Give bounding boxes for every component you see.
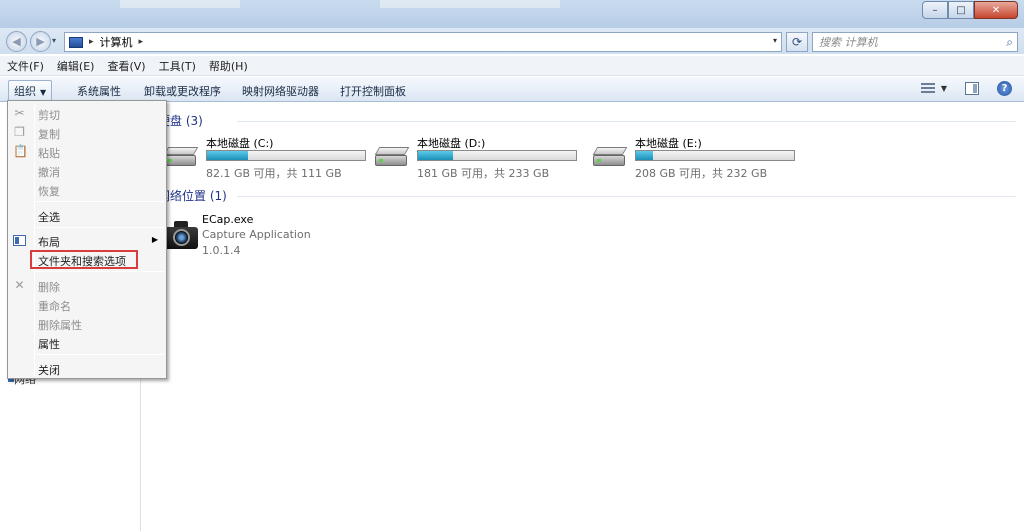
drive-c[interactable]: 本地磁盘 (C:) 82.1 GB 可用，共 111 GB [163,135,366,185]
uninstall-program-button[interactable]: 卸载或更改程序 [139,81,226,101]
system-properties-button[interactable]: 系统属性 [72,81,126,101]
menu-bar: 文件(F) 编辑(E) 查看(V) 工具(T) 帮助(H) [0,56,1024,76]
view-controls: ▼ ? [920,81,1012,96]
refresh-button[interactable]: ⟳ [786,32,808,52]
drive-d[interactable]: 本地磁盘 (D:) 181 GB 可用，共 233 GB [374,135,577,185]
hard-drive-icon [374,147,410,169]
organize-button[interactable]: 组织 ▼ [8,80,53,102]
drive-name: 本地磁盘 (E:) [635,137,702,150]
recent-pages-dropdown[interactable]: ▾ [52,36,56,45]
app-name: ECap.exe [202,213,254,226]
menu-edit[interactable]: 编辑(E) [57,58,95,74]
breadcrumb-computer[interactable]: 计算机 [100,34,133,50]
search-icon[interactable]: ⌕ [1006,35,1013,50]
camera-icon [164,221,198,249]
computer-icon [69,36,83,48]
drive-usage-fill [207,151,249,160]
copy-icon: ❐ [14,125,25,139]
menu-item-properties[interactable]: 属性 [8,333,166,352]
forward-button[interactable]: ▶ [30,31,51,52]
app-version: 1.0.1.4 [202,244,241,257]
search-placeholder: 搜索 计算机 [819,36,878,49]
maximize-button[interactable]: □ [948,1,974,19]
menu-separator [36,201,164,202]
menu-item-delete[interactable]: ✕ 删除 [8,276,166,295]
menu-item-layout[interactable]: 布局 ▶ [8,231,166,250]
open-control-panel-button[interactable]: 打开控制面板 [335,81,411,101]
command-bar: 组织 ▼ 系统属性 卸载或更改程序 映射网络驱动器 打开控制面板 ▼ ? [0,77,1024,102]
organize-label: 组织 [14,85,36,98]
scissors-icon: ✂ [14,106,25,120]
drive-space-info: 82.1 GB 可用，共 111 GB [206,167,342,180]
organize-menu: ✂ 剪切 ❐ 复制 📋 粘贴 撤消 恢复 全选 布局 ▶ 文件夹和搜索选项 ✕ … [7,100,167,379]
menu-item-redo[interactable]: 恢复 [8,180,166,199]
preview-pane-icon[interactable] [965,82,979,95]
address-bar[interactable]: ▸ 计算机 ▸ ▾ [64,32,782,52]
app-description: Capture Application [202,228,311,241]
address-dropdown-icon[interactable]: ▾ [773,36,777,45]
drive-space-info: 181 GB 可用，共 233 GB [417,167,550,180]
hard-drive-icon [163,147,199,169]
drive-name: 本地磁盘 (D:) [417,137,486,150]
layout-icon [13,235,26,246]
group-divider [237,196,1016,197]
delete-x-icon: ✕ [14,278,25,292]
drive-usage-fill [636,151,654,160]
menu-item-cut[interactable]: ✂ 剪切 [8,104,166,123]
drive-usage-bar [635,150,795,161]
back-button[interactable]: ◀ [6,31,27,52]
menu-file[interactable]: 文件(F) [7,58,44,74]
minimize-button[interactable]: – [922,1,948,19]
highlight-box [30,250,138,269]
drive-name: 本地磁盘 (C:) [206,137,274,150]
menu-item-rename[interactable]: 重命名 [8,295,166,314]
clipboard-icon: 📋 [13,144,28,158]
drive-space-info: 208 GB 可用，共 232 GB [635,167,768,180]
group-divider [237,121,1016,122]
group-header-network-locations[interactable]: 网络位置 (1) [158,187,227,204]
menu-help[interactable]: 帮助(H) [209,58,248,74]
menu-tools[interactable]: 工具(T) [159,58,196,74]
view-dropdown-icon[interactable]: ▼ [941,84,947,93]
refresh-icon: ⟳ [791,35,803,49]
address-row: ◀ ▶ ▾ ▸ 计算机 ▸ ▾ ⟳ 搜索 计算机 ⌕ [0,28,1024,54]
chevron-down-icon: ▼ [40,88,47,97]
help-icon[interactable]: ? [997,81,1012,96]
menu-separator [36,354,164,355]
change-view-icon[interactable] [920,82,937,96]
breadcrumb-separator-trailing[interactable]: ▸ [139,37,144,47]
menu-item-remove-properties[interactable]: 删除属性 [8,314,166,333]
menu-item-undo[interactable]: 撤消 [8,161,166,180]
menu-separator [36,227,164,228]
drive-usage-bar [206,150,366,161]
menu-view[interactable]: 查看(V) [107,58,145,74]
breadcrumb-separator[interactable]: ▸ [89,37,94,47]
menu-item-paste[interactable]: 📋 粘贴 [8,142,166,161]
search-input[interactable]: 搜索 计算机 ⌕ [812,32,1018,52]
drive-usage-bar [417,150,577,161]
submenu-arrow-icon: ▶ [151,235,158,244]
menu-item-close[interactable]: 关闭 [8,359,166,378]
title-bar: – □ ✕ [0,0,1024,28]
window-controls: – □ ✕ [922,1,1018,19]
menu-item-select-all[interactable]: 全选 [8,206,166,225]
drive-e[interactable]: 本地磁盘 (E:) 208 GB 可用，共 232 GB [592,135,795,185]
map-network-drive-button[interactable]: 映射网络驱动器 [237,81,324,101]
hard-drive-icon [592,147,628,169]
network-item-ecap[interactable]: ECap.exe Capture Application 1.0.1.4 [164,213,364,273]
content-pane: 硬盘 (3) 本地磁盘 (C:) 82.1 GB 可用，共 111 GB 本地磁… [142,103,1024,531]
close-button[interactable]: ✕ [974,1,1018,19]
drive-usage-fill [418,151,453,160]
menu-item-copy[interactable]: ❐ 复制 [8,123,166,142]
menu-separator [36,271,164,272]
